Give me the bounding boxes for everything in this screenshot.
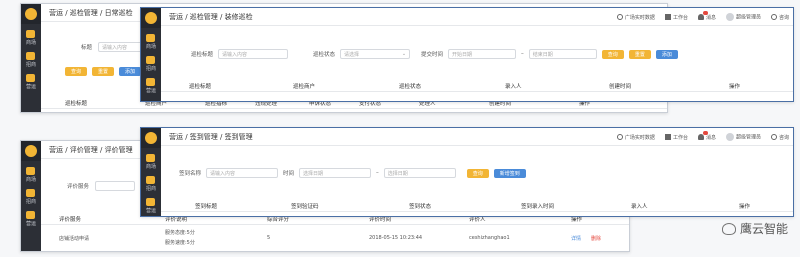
add-button[interactable]: 添加 [119,67,142,76]
cube-icon [664,14,671,20]
chart-icon [146,78,156,86]
user-menu[interactable]: 超级管理员 [725,13,761,21]
topbar: 营运 / 巡检管理 / 装修巡检 广场实时数据 工作台 消息 超级管理员 咨询 [161,8,793,26]
title-filter-label: 标题 [81,45,93,51]
user-menu[interactable]: 超级管理员 [725,133,761,141]
mall-icon [26,167,36,175]
delete-link[interactable]: 删除 [591,235,601,242]
sidebar-item-mall[interactable]: 商场 [26,30,36,46]
logo [21,4,41,24]
heart-icon [146,176,156,184]
sidebar-item-operations[interactable]: 营运 [146,78,156,94]
topbar: 营运 / 签到管理 / 签到管理 广场实时数据 工作台 消息 超级管理员 咨询 [161,128,793,146]
inspection-title-label: 巡检标题 [191,52,214,58]
sidebar: 商场 招商 营运 [21,4,41,112]
date-separator: – [376,170,379,176]
notification-badge [702,131,708,135]
breadcrumb: 营运 / 巡检管理 / 装修巡检 [169,12,253,21]
chart-icon [146,198,156,206]
chat-icon [770,14,777,20]
logo [141,8,161,28]
mall-icon [146,34,156,42]
sidebar-item-mall[interactable]: 商场 [26,167,36,183]
search-button[interactable]: 查询 [65,67,88,76]
consult-link[interactable]: 咨询 [770,14,789,21]
watermark-text: 鹰云智能 [739,222,788,236]
mall-icon [26,30,36,38]
mall-icon [146,154,156,162]
sidebar-item-operations[interactable]: 营运 [26,211,36,227]
bell-icon [697,131,708,140]
evaluation-service-label: 评价服务 [67,184,90,190]
notification-badge [702,11,708,15]
cube-icon [664,134,671,140]
reset-button[interactable]: 重置 [92,67,115,76]
search-button[interactable]: 查询 [466,168,489,178]
sidebar-item-leasing[interactable]: 招商 [146,56,156,72]
sidebar-item-operations[interactable]: 营运 [26,74,36,90]
detail-link[interactable]: 详情 [571,235,581,242]
inspection-title-input[interactable]: 请输入内容 [218,49,289,59]
chat-icon [770,134,777,140]
realtime-data-link[interactable]: 广场实时数据 [616,134,655,141]
sidebar-item-leasing[interactable]: 招商 [26,52,36,68]
bell-icon [697,11,708,20]
realtime-data-link[interactable]: 广场实时数据 [616,14,655,21]
sidebar-item-leasing[interactable]: 招商 [146,176,156,192]
inspection-status-select[interactable]: 请选择 ⌄ [340,49,411,59]
sidebar-item-mall[interactable]: 商场 [146,154,156,170]
date-separator: – [521,51,524,57]
evaluation-service-input[interactable] [95,181,136,191]
workbench-link[interactable]: 工作台 [664,134,688,141]
table-header: 签到标题 签到验证码 签到状态 签到录入时间 录入人 操作 [161,198,793,212]
breadcrumb: 营运 / 评价管理 / 评价管理 [49,145,133,154]
reset-button[interactable]: 重置 [628,49,651,59]
inspection-status-label: 巡检状态 [313,52,336,58]
logo [21,141,41,161]
table-header: 巡检标题 巡检商户 巡检状态 录入人 创建时间 操作 [161,78,793,92]
sidebar: 商场 招商 营运 [141,8,161,101]
avatar [725,133,734,141]
screenshot-checkin: 商场 招商 营运 营运 / 签到管理 / 签到管理 广场实时数据 工作台 消息 … [140,127,794,217]
watermark: 鹰云智能 [721,220,788,237]
sidebar-item-operations[interactable]: 营运 [146,198,156,214]
avatar [725,13,734,21]
start-date-input[interactable]: 开始日期 [448,49,517,59]
table-row: 店铺活动申请 服务态度:5分 服务速度:5分 5 2018-05-15 10:2… [59,230,602,246]
pie-icon [616,134,623,140]
heart-icon [146,56,156,64]
chevron-down-icon: ⌄ [401,51,407,57]
wechat-logo-icon [721,222,736,235]
chart-icon [26,211,36,219]
sidebar-item-mall[interactable]: 商场 [146,34,156,50]
checkin-name-label: 签到名称 [179,171,202,177]
messages-link[interactable]: 消息 [697,131,716,141]
add-button[interactable]: 添加 [655,49,678,59]
sidebar: 商场 招商 营运 [141,128,161,216]
add-checkin-button[interactable]: 新增签到 [493,168,526,178]
logo [141,128,161,148]
breadcrumb: 营运 / 巡检管理 / 日常巡检 [49,8,133,17]
end-date-input[interactable]: 选择日期 [383,168,456,178]
heart-icon [26,52,36,60]
pie-icon [616,14,623,20]
heart-icon [26,189,36,197]
sidebar: 商场 招商 营运 [21,141,41,251]
start-date-input[interactable]: 选择日期 [299,168,372,178]
checkin-name-input[interactable]: 请输入内容 [206,168,279,178]
search-button[interactable]: 查询 [601,49,624,59]
workbench-link[interactable]: 工作台 [664,14,688,21]
submit-time-label: 提交时间 [421,52,444,58]
consult-link[interactable]: 咨询 [770,134,789,141]
end-date-input[interactable]: 结束日期 [528,49,597,59]
messages-link[interactable]: 消息 [697,11,716,21]
breadcrumb: 营运 / 签到管理 / 签到管理 [169,132,253,141]
time-label: 时间 [283,171,295,177]
chart-icon [26,74,36,82]
screenshot-renovation-inspection: 商场 招商 营运 营运 / 巡检管理 / 装修巡检 广场实时数据 工作台 消息 … [140,7,794,102]
sidebar-item-leasing[interactable]: 招商 [26,189,36,205]
